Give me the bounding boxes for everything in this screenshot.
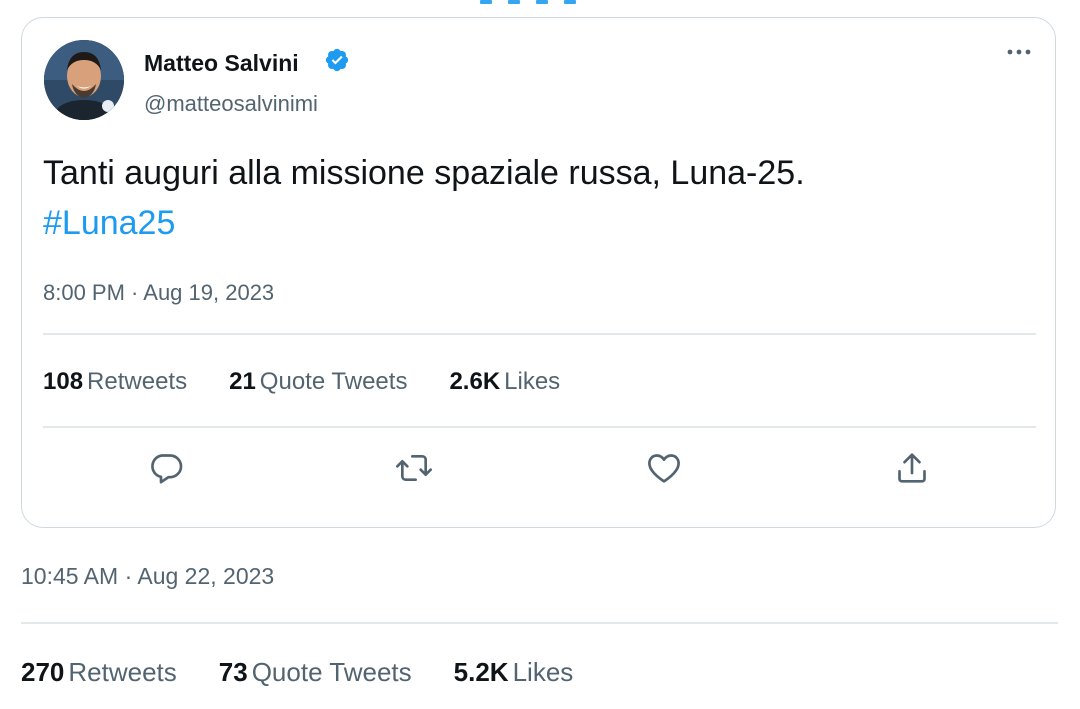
- quote-tweets-stat[interactable]: 21 Quote Tweets: [229, 368, 407, 396]
- retweet-icon: [396, 455, 432, 481]
- likes-count: 2.6K: [449, 368, 501, 395]
- outer-timestamp[interactable]: 10:45 AM · Aug 22, 2023: [21, 563, 274, 590]
- like-icon: [648, 454, 680, 483]
- outer-quote-tweets-stat[interactable]: 73 Quote Tweets: [219, 657, 412, 688]
- tweet-text: Tanti auguri alla missione spaziale russ…: [43, 148, 1023, 248]
- avatar[interactable]: [44, 40, 124, 120]
- tweet-stats: 108 Retweets 21 Quote Tweets 2.6K Likes: [43, 368, 560, 396]
- avatar-photo: [44, 40, 124, 120]
- divider: [21, 622, 1058, 624]
- likes-stat[interactable]: 2.6K Likes: [449, 368, 560, 396]
- likes-label: Likes: [504, 368, 561, 395]
- cropped-header-text: [480, 0, 620, 4]
- hashtag-link[interactable]: #Luna25: [43, 198, 1023, 248]
- retweets-count: 108: [43, 368, 84, 395]
- quote-tweets-label: Quote Tweets: [259, 368, 408, 395]
- outer-likes-label: Likes: [512, 657, 574, 687]
- like-button[interactable]: [644, 448, 684, 488]
- divider: [43, 426, 1036, 428]
- share-icon: [898, 453, 926, 483]
- outer-tweet-stats: 270 Retweets 73 Quote Tweets 5.2K Likes: [21, 657, 573, 688]
- retweets-stat[interactable]: 108 Retweets: [43, 368, 187, 396]
- reply-icon: [151, 454, 183, 484]
- more-options-icon[interactable]: [1004, 42, 1034, 62]
- outer-retweets-label: Retweets: [68, 657, 177, 687]
- tweet-body: Tanti auguri alla missione spaziale russ…: [43, 154, 805, 192]
- quote-tweets-count: 21: [229, 368, 256, 395]
- quoted-tweet-card[interactable]: Matteo Salvini @matteosalvinimi Tanti au…: [21, 17, 1056, 528]
- share-button[interactable]: [892, 448, 932, 488]
- outer-quote-tweets-count: 73: [218, 657, 248, 687]
- author-handle[interactable]: @matteosalvinimi: [144, 91, 318, 117]
- retweet-button[interactable]: [394, 448, 434, 488]
- outer-retweets-count: 270: [21, 657, 65, 687]
- reply-button[interactable]: [146, 448, 186, 488]
- outer-quote-tweets-label: Quote Tweets: [251, 657, 412, 687]
- retweets-label: Retweets: [87, 368, 188, 395]
- divider: [43, 333, 1036, 335]
- tweet-actions: [22, 448, 1055, 488]
- screenshot-page: Matteo Salvini @matteosalvinimi Tanti au…: [0, 0, 1080, 709]
- tweet-timestamp[interactable]: 8:00 PM · Aug 19, 2023: [43, 280, 274, 306]
- author-name[interactable]: Matteo Salvini: [144, 50, 299, 77]
- verified-badge-icon: [325, 48, 349, 72]
- outer-likes-count: 5.2K: [453, 657, 509, 687]
- outer-retweets-stat[interactable]: 270 Retweets: [21, 657, 177, 688]
- outer-likes-stat[interactable]: 5.2K Likes: [454, 657, 574, 688]
